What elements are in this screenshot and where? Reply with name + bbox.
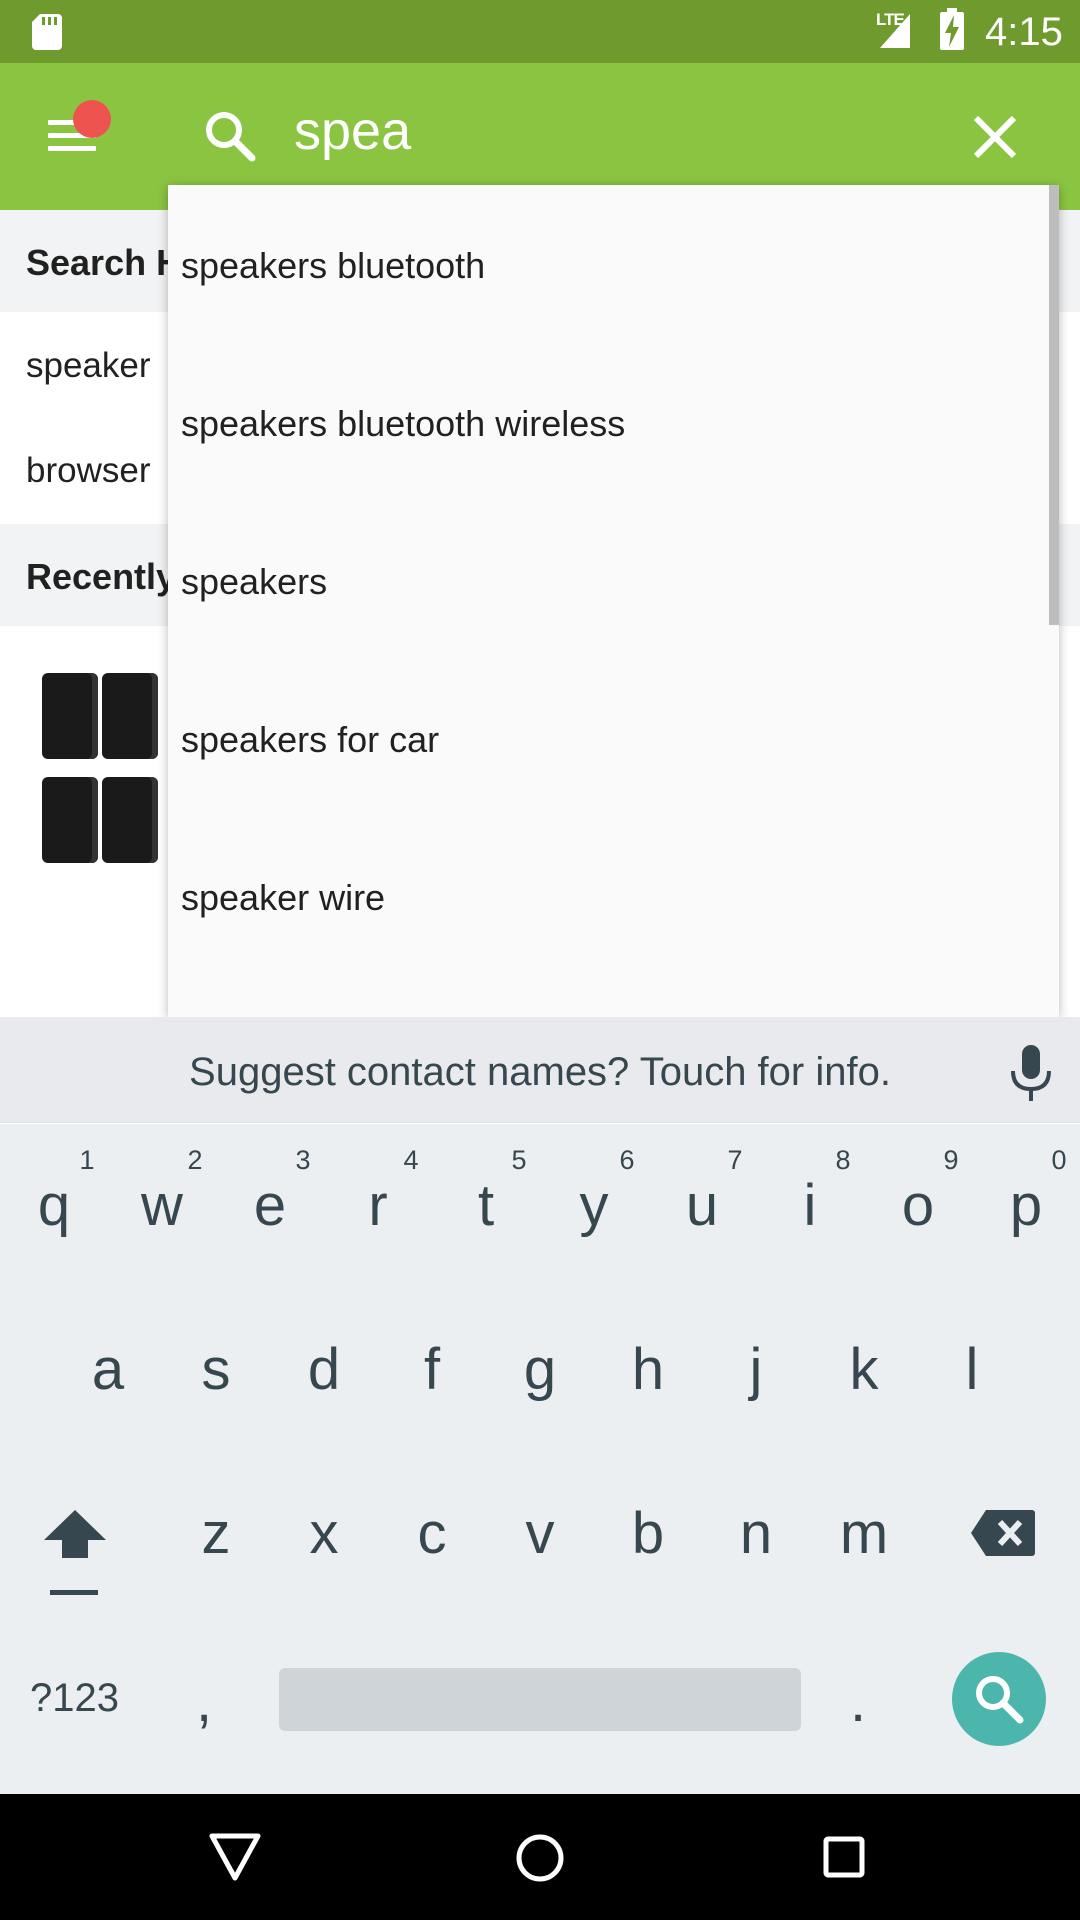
- symbols-key[interactable]: ?123: [30, 1676, 119, 1721]
- key-w[interactable]: w: [112, 1172, 212, 1239]
- key-hint-5: 5: [511, 1145, 527, 1175]
- suggestion-item[interactable]: speakers bluetooth wireless: [181, 403, 625, 445]
- close-icon[interactable]: [968, 110, 1022, 164]
- suggestion-item[interactable]: speaker wire: [181, 877, 385, 919]
- key-hint-3: 3: [295, 1145, 311, 1175]
- key-hint-8: 8: [835, 1145, 851, 1175]
- key-g[interactable]: g: [490, 1336, 590, 1403]
- key-a[interactable]: a: [58, 1336, 158, 1403]
- search-icon: [206, 112, 256, 162]
- key-l[interactable]: l: [922, 1336, 1022, 1403]
- back-icon[interactable]: [208, 1832, 262, 1882]
- search-suggestions-dropdown: speakers bluetooth speakers bluetooth wi…: [168, 185, 1059, 1017]
- key-period[interactable]: .: [850, 1668, 866, 1735]
- microphone-icon[interactable]: [1008, 1045, 1054, 1101]
- history-item[interactable]: browser: [26, 451, 150, 491]
- shift-icon[interactable]: [42, 1506, 108, 1596]
- key-hint-7: 7: [727, 1145, 743, 1175]
- sd-card-icon: [32, 14, 62, 50]
- key-h[interactable]: h: [598, 1336, 698, 1403]
- key-hint-0: 0: [1051, 1145, 1067, 1175]
- key-hint-4: 4: [403, 1145, 419, 1175]
- key-o[interactable]: o: [868, 1172, 968, 1239]
- key-f[interactable]: f: [382, 1336, 482, 1403]
- status-bar: [0, 0, 1080, 63]
- key-i[interactable]: i: [760, 1172, 860, 1239]
- key-hint-6: 6: [619, 1145, 635, 1175]
- key-n[interactable]: n: [706, 1500, 806, 1567]
- key-v[interactable]: v: [490, 1500, 590, 1567]
- signal-strength-icon: [896, 28, 910, 48]
- key-m[interactable]: m: [814, 1500, 914, 1567]
- history-item[interactable]: speaker: [26, 346, 151, 386]
- key-e[interactable]: e: [220, 1172, 320, 1239]
- key-q[interactable]: q: [4, 1172, 104, 1239]
- key-r[interactable]: r: [328, 1172, 428, 1239]
- suggestion-item[interactable]: speakers bluetooth: [181, 245, 485, 287]
- spacebar[interactable]: [279, 1668, 801, 1731]
- suggestions-scrollbar[interactable]: [1049, 185, 1059, 625]
- key-t[interactable]: t: [436, 1172, 536, 1239]
- product-thumbnail[interactable]: [42, 665, 172, 865]
- key-comma[interactable]: ,: [196, 1668, 212, 1735]
- search-icon: [976, 1676, 1024, 1724]
- keyboard-search-button[interactable]: [952, 1652, 1046, 1746]
- key-hint-1: 1: [79, 1145, 95, 1175]
- key-b[interactable]: b: [598, 1500, 698, 1567]
- search-input[interactable]: spea: [294, 100, 411, 162]
- suggestion-item[interactable]: speakers: [181, 561, 327, 603]
- key-p[interactable]: p: [976, 1172, 1076, 1239]
- key-x[interactable]: x: [274, 1500, 374, 1567]
- suggestion-item[interactable]: speakers for car: [181, 719, 439, 761]
- keyboard-suggestion-text[interactable]: Suggest contact names? Touch for info.: [0, 1050, 1080, 1095]
- key-s[interactable]: s: [166, 1336, 266, 1403]
- charging-icon: [945, 15, 959, 47]
- backspace-icon[interactable]: [970, 1508, 1036, 1558]
- recently-viewed-title: Recently: [26, 556, 177, 597]
- recent-apps-icon[interactable]: [823, 1836, 865, 1878]
- key-u[interactable]: u: [652, 1172, 752, 1239]
- notification-badge: [73, 100, 111, 138]
- key-c[interactable]: c: [382, 1500, 482, 1567]
- key-k[interactable]: k: [814, 1336, 914, 1403]
- key-hint-2: 2: [187, 1145, 203, 1175]
- key-z[interactable]: z: [166, 1500, 266, 1567]
- key-d[interactable]: d: [274, 1336, 374, 1403]
- key-j[interactable]: j: [706, 1336, 806, 1403]
- key-hint-9: 9: [943, 1145, 959, 1175]
- status-clock: 4:15: [985, 10, 1063, 54]
- search-history-title: Search H: [26, 242, 183, 283]
- key-y[interactable]: y: [544, 1172, 644, 1239]
- home-icon[interactable]: [515, 1833, 565, 1883]
